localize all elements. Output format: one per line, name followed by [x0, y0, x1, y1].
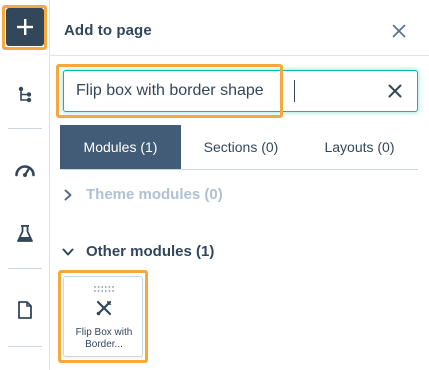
- tab-layouts[interactable]: Layouts (0): [301, 125, 418, 169]
- close-icon: [392, 24, 406, 38]
- tree-icon: [18, 86, 32, 103]
- flask-icon: [17, 225, 33, 242]
- section-theme-modules[interactable]: Theme modules (0): [62, 186, 223, 203]
- performance-button[interactable]: [7, 152, 43, 188]
- close-button[interactable]: [389, 21, 409, 41]
- rail-divider: [8, 128, 42, 129]
- gauge-icon: [15, 165, 35, 177]
- clear-icon: [388, 84, 402, 98]
- tree-button[interactable]: [7, 77, 43, 113]
- page-icon: [18, 301, 32, 319]
- section-other-modules[interactable]: Other modules (1): [62, 243, 214, 260]
- tab-bar: Modules (1) Sections (0) Layouts (0): [60, 125, 418, 170]
- left-rail: [0, 0, 50, 370]
- section-label: Theme modules (0): [86, 186, 223, 203]
- section-label: Other modules (1): [86, 243, 215, 260]
- highlight-frame: [56, 64, 283, 118]
- panel-header: Add to page: [50, 0, 429, 56]
- tab-modules[interactable]: Modules (1): [60, 125, 181, 169]
- text-caret: [294, 80, 295, 102]
- add-to-page-panel: Add to page Modules (1) Sections (0) Lay…: [50, 0, 429, 370]
- panel-title: Add to page: [64, 22, 152, 39]
- plus-icon: [17, 19, 33, 35]
- highlight-frame: [58, 270, 148, 363]
- tab-sections[interactable]: Sections (0): [181, 125, 301, 169]
- page-settings-button[interactable]: [7, 292, 43, 328]
- test-button[interactable]: [7, 216, 43, 252]
- chevron-down-icon: [62, 246, 74, 258]
- add-button[interactable]: [6, 8, 44, 46]
- chevron-right-icon: [62, 189, 74, 201]
- rail-divider: [8, 268, 42, 269]
- clear-search-button[interactable]: [386, 82, 404, 100]
- rail-divider: [8, 346, 42, 347]
